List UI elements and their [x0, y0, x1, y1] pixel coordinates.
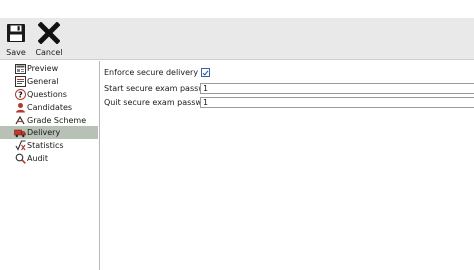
- floppy-disk-icon: [4, 21, 28, 45]
- sidebar-item-candidates[interactable]: Candidates: [0, 101, 98, 114]
- save-label: Save: [6, 48, 26, 57]
- toolbar: Save Cancel: [0, 18, 474, 60]
- sidebar-item-preview[interactable]: Preview: [0, 62, 98, 75]
- sidebar: Preview General ? Questions Candidates G…: [0, 61, 100, 270]
- quit-password-label: Quit secure exam password: [104, 97, 216, 107]
- grade-scheme-icon: [14, 115, 26, 126]
- save-button[interactable]: Save: [5, 21, 27, 59]
- quit-password-field[interactable]: [200, 97, 474, 108]
- cancel-label: Cancel: [35, 48, 63, 57]
- sidebar-item-label: Questions: [27, 90, 67, 99]
- x-icon: [37, 21, 61, 45]
- preview-icon: [14, 63, 26, 74]
- sidebar-item-audit[interactable]: Audit: [0, 152, 98, 165]
- start-password-field[interactable]: [200, 83, 474, 94]
- question-icon: ?: [14, 89, 26, 100]
- sidebar-item-questions[interactable]: ? Questions: [0, 88, 98, 101]
- quit-password-row: Quit secure exam password: [104, 96, 215, 108]
- sidebar-item-general[interactable]: General: [0, 75, 98, 88]
- svg-text:?: ?: [18, 91, 23, 100]
- sidebar-item-label: Audit: [27, 154, 48, 163]
- sidebar-item-label: Preview: [27, 64, 59, 73]
- sidebar-item-label: Grade Scheme: [27, 116, 87, 125]
- sidebar-item-label: Delivery: [27, 128, 61, 137]
- sidebar-item-delivery[interactable]: Delivery: [0, 126, 98, 139]
- statistics-icon: [14, 140, 26, 151]
- delivery-settings-panel: Enforce secure delivery Start secure exa…: [101, 61, 474, 270]
- audit-icon: [14, 153, 26, 164]
- checkmark-icon: [202, 69, 209, 76]
- cancel-button[interactable]: Cancel: [34, 21, 64, 59]
- enforce-secure-delivery-row: Enforce secure delivery: [104, 66, 198, 78]
- enforce-secure-delivery-label: Enforce secure delivery: [104, 67, 199, 77]
- enforce-secure-delivery-checkbox[interactable]: [201, 68, 210, 77]
- window-top-area: [0, 0, 474, 18]
- general-icon: [14, 76, 26, 87]
- sidebar-item-label: Statistics: [27, 141, 64, 150]
- sidebar-item-statistics[interactable]: Statistics: [0, 139, 98, 152]
- delivery-icon: [14, 127, 26, 138]
- sidebar-item-label: General: [27, 77, 59, 86]
- sidebar-item-label: Candidates: [27, 103, 73, 112]
- candidates-icon: [14, 102, 26, 113]
